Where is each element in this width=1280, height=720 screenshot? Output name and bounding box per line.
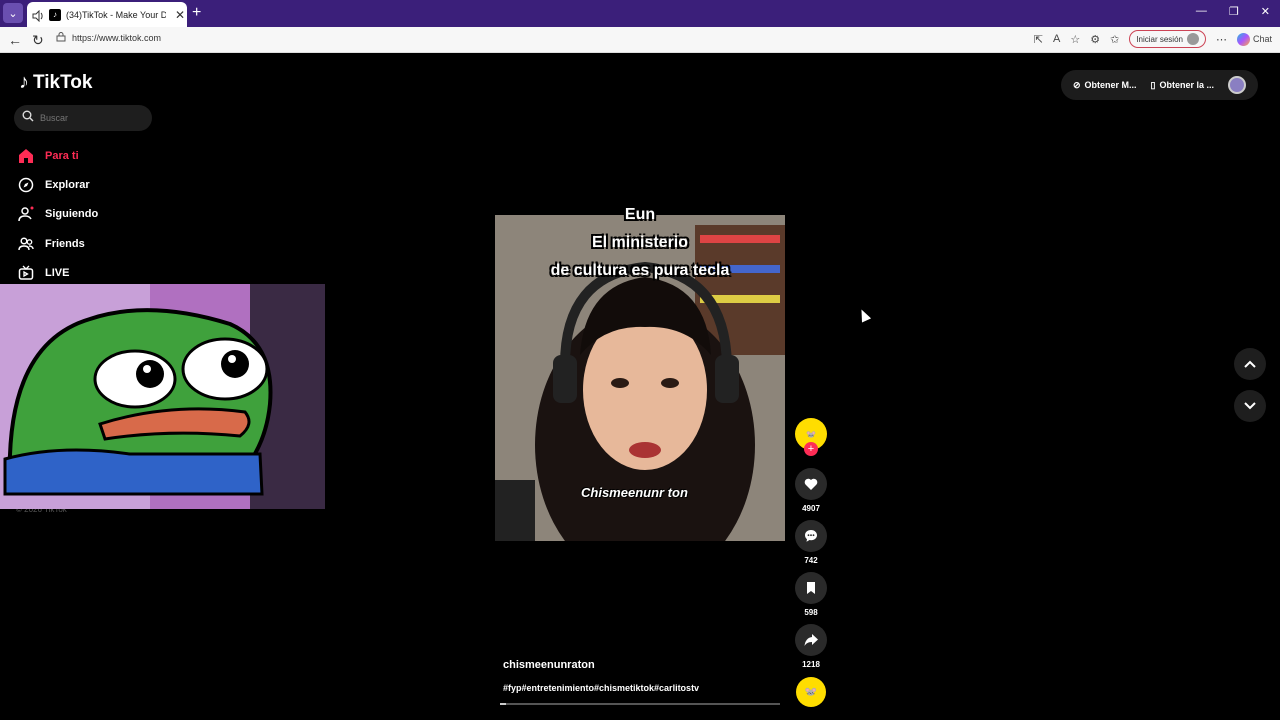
friends-icon (18, 236, 34, 252)
signin-label: Iniciar sesión (1136, 34, 1183, 44)
back-icon[interactable]: ← (8, 32, 22, 48)
tiktok-page: ♪ TikTok Para ti Explorar Siguiendo (0, 53, 1277, 717)
get-app-label: Obtener la ... (1159, 80, 1214, 90)
phone-icon: ▯ (1150, 79, 1156, 90)
mouse-cursor-icon (856, 307, 872, 323)
save-count: 598 (804, 608, 818, 617)
restore-icon[interactable]: ❐ (1229, 5, 1239, 18)
sidebar-item-friends[interactable]: Friends (18, 229, 98, 258)
next-video-button[interactable] (1234, 390, 1266, 422)
translate-icon[interactable]: A (1053, 33, 1060, 45)
sidebar-item-label: LIVE (45, 266, 70, 279)
get-app-button[interactable]: ▯ Obtener la ... (1151, 80, 1214, 91)
minimize-icon[interactable]: — (1196, 5, 1207, 18)
more-icon[interactable]: ⋯ (1216, 33, 1227, 46)
favorites-list-icon[interactable]: ✩ (1110, 33, 1119, 46)
video-author[interactable]: chismeenunraton (503, 659, 595, 671)
extensions-icon[interactable]: ⚙ (1090, 33, 1100, 46)
speaker-icon[interactable] (32, 9, 44, 22)
video-progress-fill (500, 703, 506, 705)
comment-count: 742 (804, 556, 818, 565)
creator-avatar[interactable]: 🐭 + (795, 418, 827, 456)
caption-line: Eun (624, 206, 656, 223)
sidebar-item-label: Explorar (45, 178, 90, 191)
bookmark-icon (807, 582, 815, 594)
chat-label: Chat (1252, 34, 1272, 44)
address-bar-row: ← ↻ https://www.tiktok.com ⇱ A ☆ ⚙ ✩ Ini… (0, 27, 1280, 53)
sidebar-item-siguiendo[interactable]: Siguiendo (18, 200, 98, 229)
close-tab-icon[interactable]: ✕ (175, 8, 185, 22)
mouse-logo-icon: 🐭 (806, 429, 816, 439)
logo-text: TikTok (33, 71, 93, 93)
copilot-chat-button[interactable]: Chat (1236, 32, 1272, 46)
copilot-icon (1236, 32, 1250, 46)
profile-avatar-icon (1186, 33, 1199, 45)
site-info-icon[interactable] (56, 32, 66, 44)
follow-plus-icon[interactable]: + (804, 442, 818, 456)
share-icon (804, 634, 818, 646)
get-coins-button[interactable]: ⊘ Obtener M... (1073, 80, 1137, 91)
like-button[interactable] (795, 468, 827, 500)
previous-video-button[interactable] (1234, 348, 1266, 380)
share-count: 1218 (802, 660, 820, 669)
tab-title: (34)TikTok - Make Your Day (66, 9, 166, 20)
sidebar-item-para-ti[interactable]: Para ti (18, 141, 98, 170)
new-tab-button[interactable]: + (192, 4, 201, 22)
caption-line: de cultura es pura tecla (550, 262, 730, 279)
action-rail: 🐭 + 4907 742 598 1218 (795, 418, 827, 676)
sidebar-item-explorar[interactable]: Explorar (18, 170, 98, 199)
video-progress-bar[interactable] (500, 703, 780, 705)
streamer-overlay-image (0, 284, 325, 509)
live-icon (18, 265, 34, 281)
video-hashtags[interactable]: #fyp#entretenimiento#chismetiktok#carlit… (503, 683, 699, 693)
chevron-up-icon (1244, 360, 1256, 368)
favorite-icon[interactable]: ☆ (1070, 33, 1080, 46)
sidebar-nav: Para ti Explorar Siguiendo Friends LIVE (18, 141, 98, 287)
music-disc-icon: 🐭 (804, 686, 818, 698)
comment-button[interactable] (795, 520, 827, 552)
music-disc[interactable]: 🐭 (796, 677, 826, 707)
tiktok-note-icon: ♪ (19, 71, 29, 93)
url-field[interactable]: https://www.tiktok.com (56, 32, 161, 44)
browser-titlebar: ⌄ ♪ (34)TikTok - Make Your Day ✕ + — ❐ ✕ (0, 0, 1280, 27)
top-right-actions: ⊘ Obtener M... ▯ Obtener la ... (1060, 70, 1258, 100)
window-controls: — ❐ ✕ (1196, 5, 1270, 18)
compass-icon (18, 177, 34, 193)
sidebar-item-label: Para ti (45, 149, 79, 162)
signin-button[interactable]: Iniciar sesión (1129, 30, 1206, 48)
open-in-app-icon[interactable]: ⇱ (1034, 33, 1043, 46)
get-coins-label: Obtener M... (1084, 80, 1137, 90)
sidebar-item-label: Siguiendo (45, 208, 99, 221)
tiktok-logo[interactable]: ♪ TikTok (19, 71, 92, 94)
like-count: 4907 (802, 504, 820, 513)
search-input[interactable] (40, 113, 140, 123)
sidebar-item-label: Friends (45, 237, 85, 250)
video-caption-overlay: Eun El ministerio de cultura es pura tec… (495, 201, 785, 285)
search-box[interactable] (14, 105, 152, 131)
close-window-icon[interactable]: ✕ (1261, 5, 1270, 18)
url-text: https://www.tiktok.com (72, 33, 162, 43)
comment-icon (805, 530, 817, 542)
home-icon (18, 148, 34, 164)
heart-icon (804, 478, 818, 490)
profile-avatar[interactable] (1228, 76, 1246, 94)
browser-tab[interactable]: ♪ (34)TikTok - Make Your Day ✕ (27, 2, 187, 27)
save-button[interactable] (795, 572, 827, 604)
video-watermark: Chismeenunr ton (581, 485, 688, 500)
browser-toolbar: ⇱ A ☆ ⚙ ✩ Iniciar sesión ⋯ Chat (1034, 30, 1272, 48)
search-icon (22, 109, 34, 127)
refresh-icon[interactable]: ↻ (32, 32, 44, 49)
caption-line: El ministerio (591, 234, 689, 251)
coin-icon: ⊘ (1072, 79, 1081, 90)
share-button[interactable] (795, 624, 827, 656)
following-icon (18, 206, 34, 222)
tiktok-favicon-icon: ♪ (49, 8, 61, 21)
tab-actions-button[interactable]: ⌄ (3, 3, 23, 23)
chevron-down-icon (1244, 402, 1256, 410)
